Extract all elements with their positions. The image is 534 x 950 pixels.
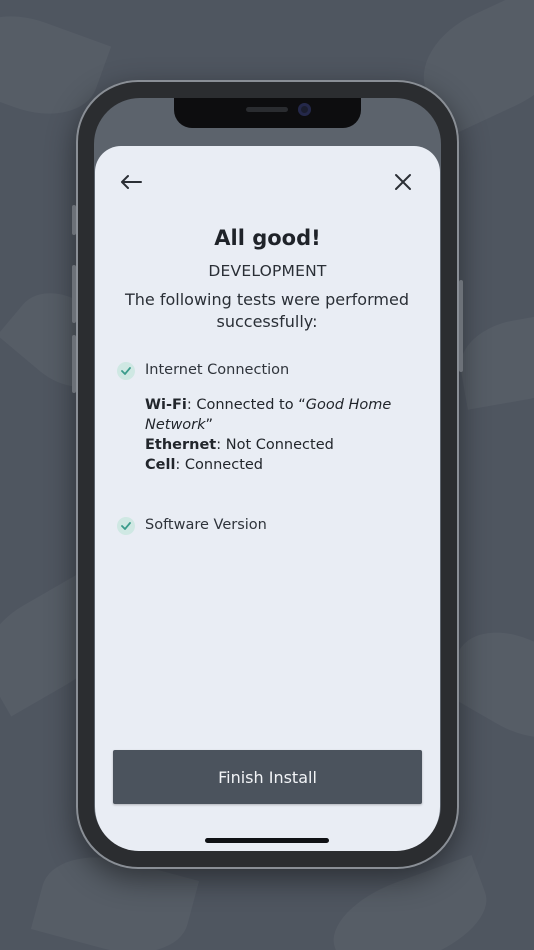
arrow-left-icon bbox=[121, 175, 142, 189]
result-sheet bbox=[95, 146, 440, 851]
back-button[interactable] bbox=[113, 164, 149, 200]
check-icon bbox=[117, 517, 135, 535]
front-camera bbox=[298, 103, 311, 116]
description-text: The following tests were performed succe… bbox=[125, 290, 409, 331]
test-label-software: Software Version bbox=[145, 517, 267, 533]
environment-label: DEVELOPMENT bbox=[208, 262, 327, 280]
detail-row-wifi: Wi-Fi: Connected to “Good Home Network” bbox=[145, 397, 392, 433]
detail-row-ethernet: Ethernet: Not Connected bbox=[145, 437, 334, 453]
close-button[interactable] bbox=[385, 164, 421, 200]
detail-row-cell: Cell: Connected bbox=[145, 457, 264, 473]
check-icon bbox=[117, 362, 135, 380]
finish-install-button[interactable]: Finish Install bbox=[113, 750, 422, 804]
notch bbox=[174, 98, 361, 128]
close-icon bbox=[395, 174, 411, 190]
speaker bbox=[246, 107, 288, 112]
test-label-internet: Internet Connection bbox=[145, 362, 290, 378]
connection-details: Wi-Fi: Connected to “Good Home Network” … bbox=[145, 395, 405, 475]
home-indicator bbox=[205, 838, 329, 843]
page-title: All good! bbox=[214, 226, 321, 250]
